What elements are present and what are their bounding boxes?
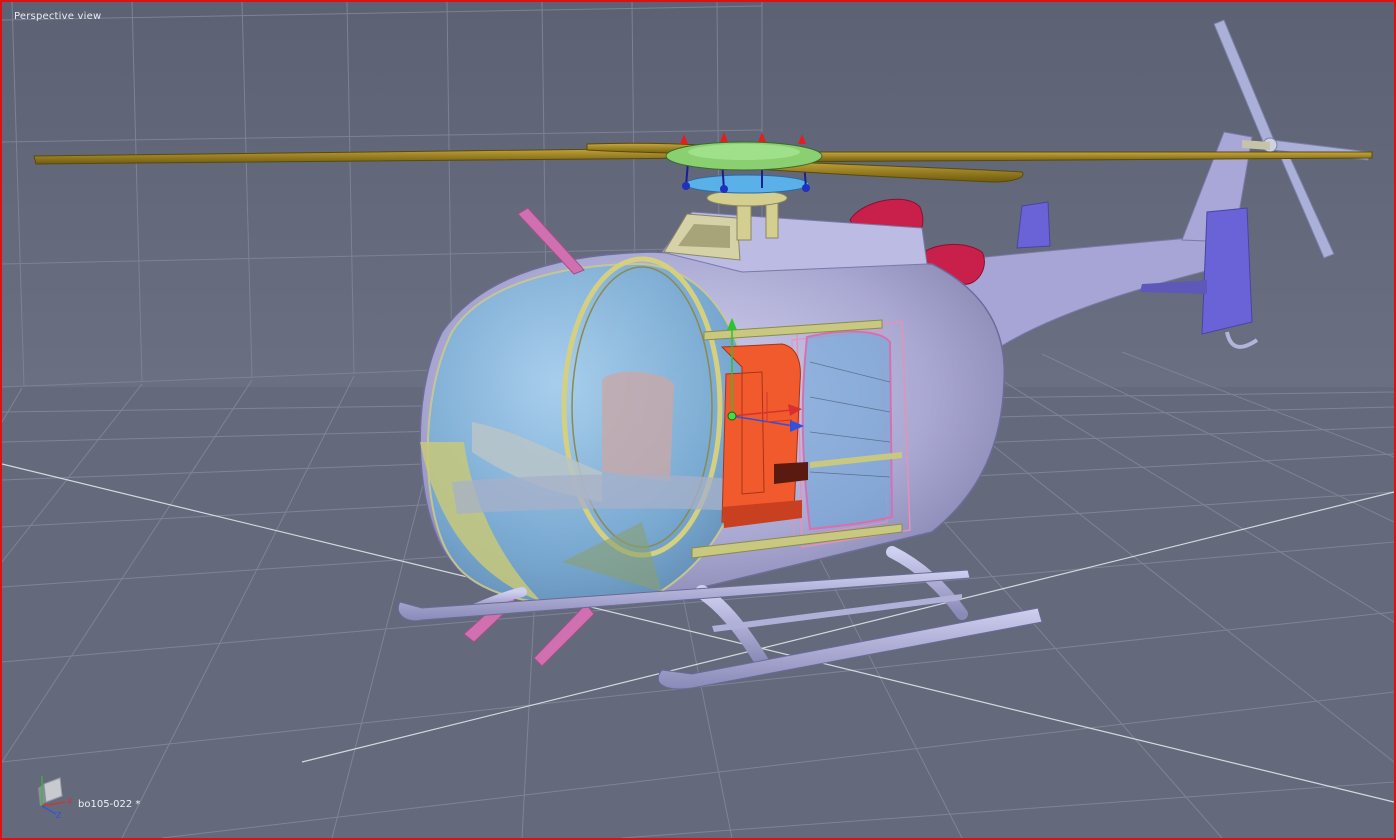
viewport-label: Perspective view — [14, 11, 102, 22]
axis-x-label: X — [67, 797, 73, 806]
swashplate — [684, 174, 810, 194]
tail-endplate-left — [1016, 201, 1051, 249]
skid-front — [657, 607, 1043, 690]
tail-endplate-right — [1201, 207, 1253, 335]
interior-belt — [452, 474, 762, 514]
selected-object-name: bo105-022 * — [78, 799, 141, 810]
perspective-viewport[interactable]: Perspective view X Z bo105-022 * — [0, 0, 1396, 840]
seat-back — [602, 371, 674, 482]
3d-scene[interactable] — [2, 2, 1394, 838]
side-door-window — [801, 330, 894, 531]
axis-z-label: Z — [56, 811, 62, 818]
axis-gizmo-icon: X Z — [38, 776, 73, 818]
